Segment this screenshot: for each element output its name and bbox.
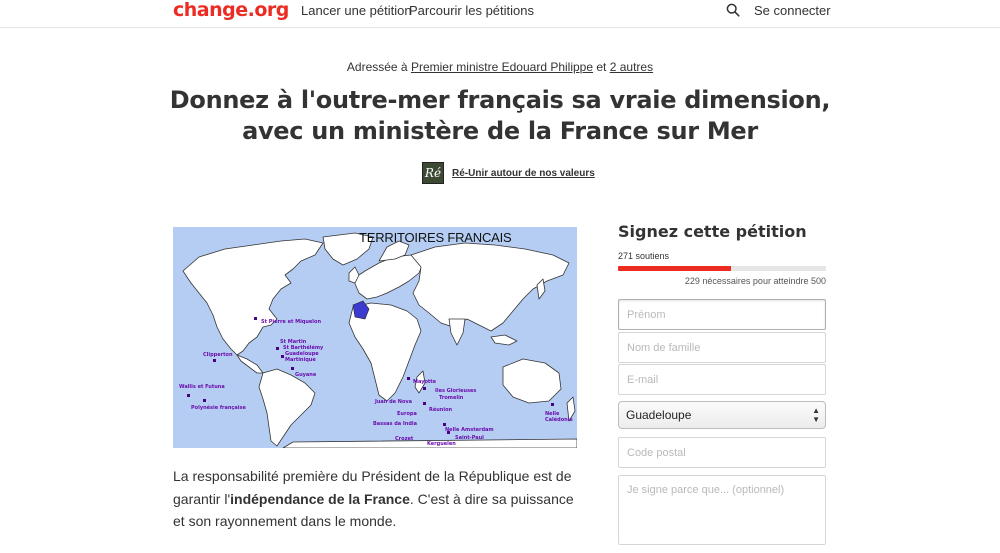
postal-code-field[interactable] (618, 437, 826, 468)
description-bold: indépendance de la France (230, 490, 410, 507)
petition-description: La responsabilité première du Président … (173, 465, 583, 533)
addressed-and: et (596, 60, 607, 74)
recipient-link[interactable]: Premier ministre Edouard Philippe (411, 60, 593, 74)
country-select-value: Guadeloupe (626, 408, 692, 422)
browse-petitions-link[interactable]: Parcourir les pétitions (409, 3, 534, 18)
signature-progress-fill (618, 266, 731, 271)
map-label: Juan de Nova (375, 399, 413, 405)
author-name-link[interactable]: Ré-Unir autour de nos valeurs (452, 168, 595, 179)
first-name-field[interactable] (618, 299, 826, 330)
select-arrows-icon: ▲ ▼ (812, 406, 820, 424)
world-map-graphic (182, 232, 577, 448)
petition-title-line-1: Donnez à l'outre-mer français sa vraie d… (169, 86, 831, 114)
other-recipients-link[interactable]: 2 autres (610, 60, 653, 74)
map-label: Nelle Calédonie (545, 411, 573, 423)
last-name-field[interactable] (618, 332, 826, 363)
signatures-needed: 229 nécessaires pour atteindre 500 (684, 276, 826, 286)
map-label: Nelle Amsterdam (445, 427, 494, 433)
map-label: Crozet (395, 436, 414, 442)
country-select[interactable]: Guadeloupe ▲ ▼ (618, 401, 826, 429)
petition-recipients: Adressée à Premier ministre Edouard Phil… (0, 60, 1000, 74)
map-label: Polynésie française (191, 405, 246, 411)
login-link[interactable]: Se connecter (754, 3, 831, 18)
top-navigation: change.org Lancer une pétition Parcourir… (0, 0, 1000, 28)
start-petition-link[interactable]: Lancer une pétition (301, 3, 412, 18)
map-label: Iles Glorieuses (435, 388, 477, 394)
map-label: Wallis et Futuna (179, 384, 225, 390)
reason-textarea[interactable] (618, 475, 826, 545)
sign-petition-heading: Signez cette pétition (618, 222, 807, 241)
map-label: Guyane (295, 372, 317, 378)
french-territories-map: TERRITOIRES FRANCAIS St Pierre et Miquel… (173, 227, 577, 448)
map-label: Réunion (429, 407, 453, 413)
addressed-prefix: Adressée à (346, 60, 408, 74)
petition-author[interactable]: Ré Ré-Unir autour de nos valeurs (422, 161, 595, 185)
supporters-count: 271 soutiens (618, 251, 670, 261)
search-icon[interactable] (726, 3, 740, 17)
map-label: Saint-Paul (455, 435, 484, 441)
map-label: St Pierre et Miquelon (261, 319, 322, 325)
signature-progress-bar (618, 266, 826, 271)
email-field[interactable] (618, 364, 826, 395)
author-avatar[interactable]: Ré (422, 162, 444, 184)
petition-title-line-2: avec un ministère de la France sur Mer (242, 117, 758, 145)
map-label: Kerguelen (427, 441, 456, 447)
petition-title: Donnez à l'outre-mer français sa vraie d… (0, 85, 1000, 147)
map-label: Mayotte (413, 379, 437, 385)
map-label: Europa (397, 411, 417, 417)
map-label: Tromelin (439, 395, 464, 401)
map-label: Bassas da India (373, 421, 418, 427)
map-title: TERRITOIRES FRANCAIS (359, 230, 512, 245)
map-label: Clipperton (203, 352, 233, 358)
change-org-logo[interactable]: change.org (173, 0, 289, 21)
map-label: Martinique (285, 357, 316, 363)
